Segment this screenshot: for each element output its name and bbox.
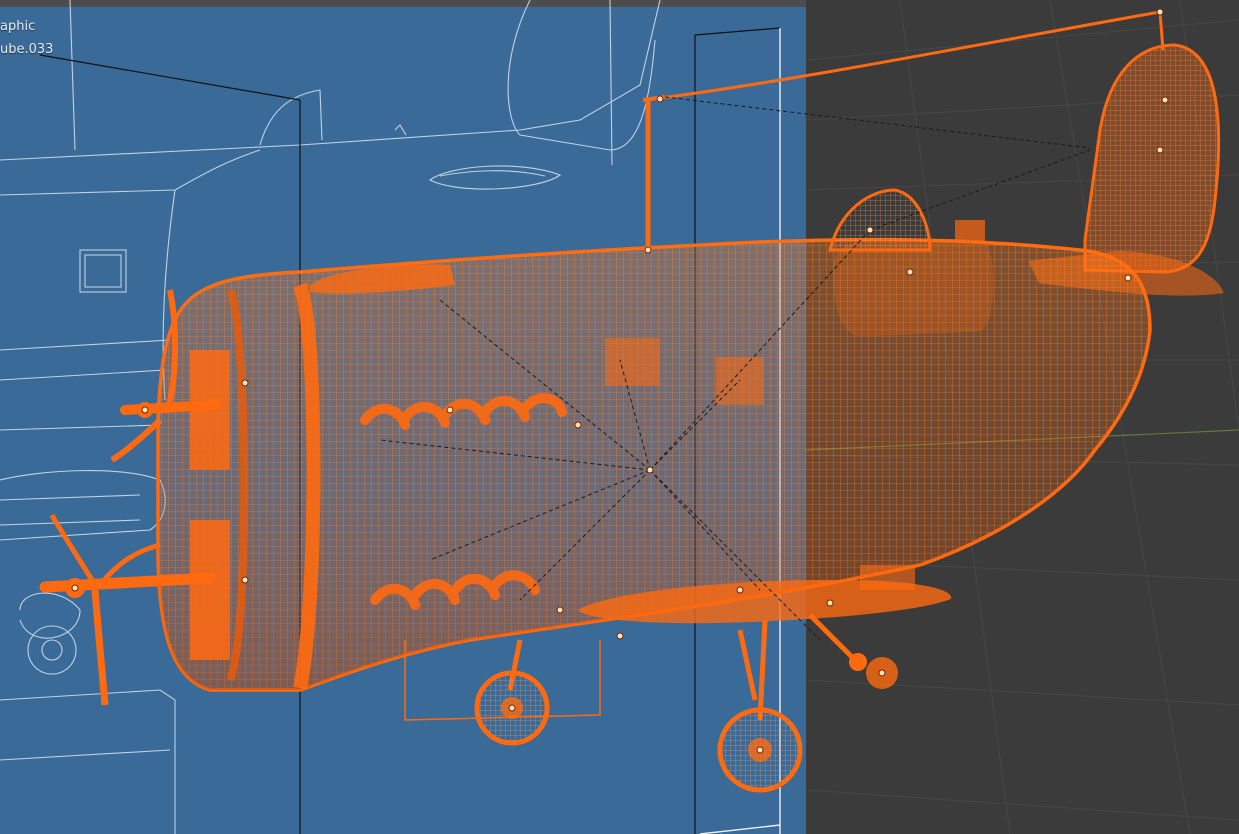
viewport-canvas[interactable] (0, 0, 1239, 834)
active-object-label: ube.033 (0, 42, 54, 57)
3d-viewport[interactable]: aphic ube.033 (0, 0, 1239, 834)
view-mode-label: aphic (0, 19, 36, 34)
